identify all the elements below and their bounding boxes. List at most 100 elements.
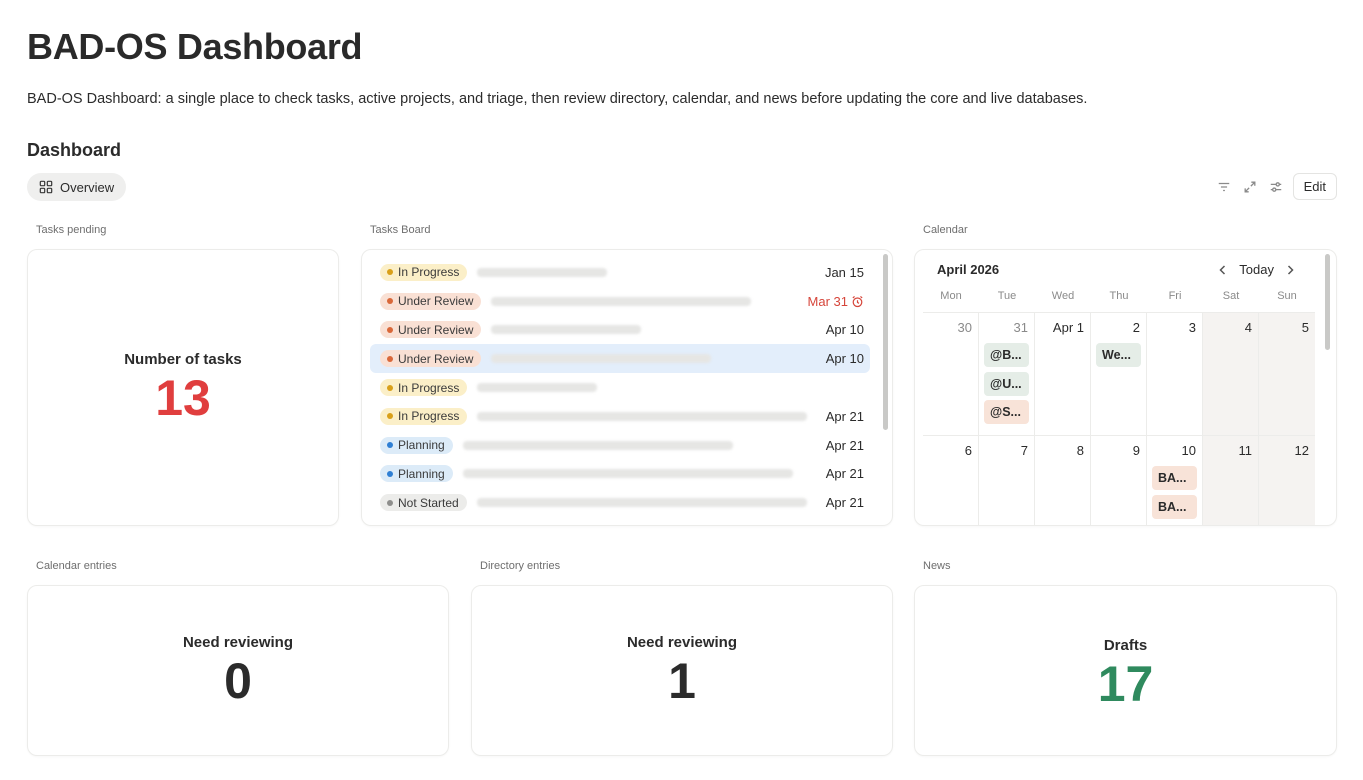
filter-icon[interactable] [1215, 178, 1233, 196]
calendar-day[interactable]: 31 @B... @U... @S... [979, 313, 1035, 435]
chevron-left-icon[interactable] [1217, 264, 1229, 276]
calendar-day[interactable]: 30 [923, 313, 979, 435]
tasks-pending-card[interactable]: Number of tasks 13 [27, 249, 339, 526]
calendar-day[interactable]: 4 [1203, 313, 1259, 435]
settings-sliders-icon[interactable] [1267, 178, 1285, 196]
tasks-pending-value: 13 [155, 369, 211, 426]
task-row[interactable]: Under Review Apr 10 [370, 316, 870, 345]
weekday-label: Mon [940, 290, 962, 302]
status-badge: Under Review [380, 321, 482, 339]
status-label: Under Review [398, 322, 474, 337]
task-date: Apr 10 [800, 322, 864, 337]
task-row[interactable]: Planning Apr 21 [370, 431, 870, 460]
calendar-day[interactable]: 12 [1259, 436, 1315, 525]
task-row[interactable]: In Progress [370, 373, 870, 402]
calendar-event[interactable]: @U... [984, 371, 1029, 396]
tab-overview[interactable]: Overview [27, 173, 127, 201]
calendar-event[interactable]: BA... [1152, 494, 1197, 519]
day-number: 4 [1244, 320, 1252, 335]
calendar-day[interactable]: Apr 1 [1035, 313, 1091, 435]
calendar-event[interactable]: @S... [984, 400, 1029, 424]
task-row[interactable]: In Progress Apr 21 [370, 402, 870, 431]
today-button[interactable]: Today [1239, 262, 1274, 277]
calendar-event[interactable]: BA... [1152, 466, 1197, 490]
page-title: BAD-OS Dashboard [27, 26, 363, 67]
directory-entries-card[interactable]: Need reviewing 1 [471, 585, 893, 756]
calendar-event[interactable]: @B... [984, 343, 1029, 367]
task-name-redacted [462, 440, 733, 450]
task-date-text: Apr 21 [825, 408, 864, 424]
toolbar: Edit [1215, 173, 1337, 200]
tasks-board-card: In Progress Jan 15 Under Review Mar 31 Under… [361, 249, 893, 526]
calendar-day[interactable]: 8 [1035, 436, 1091, 525]
task-row[interactable]: Under Review Apr 10 [370, 344, 870, 374]
tasks-pending-label: Tasks pending [36, 224, 107, 236]
task-name-redacted [477, 267, 608, 277]
calendar-label: Calendar [923, 224, 968, 236]
calendar-day[interactable]: 9 [1091, 436, 1147, 525]
status-dot [387, 499, 393, 506]
status-label: In Progress [398, 409, 460, 424]
calendar-day[interactable]: 2 We... [1091, 313, 1147, 435]
page-description: BAD-OS Dashboard: a single place to chec… [27, 91, 1088, 107]
task-name-redacted [491, 296, 752, 306]
alarm-clock-icon [852, 295, 863, 307]
task-date-text: Apr 10 [825, 322, 864, 338]
day-number: Apr 1 [1052, 320, 1084, 335]
task-name-redacted [491, 354, 712, 364]
task-date: Apr 21 [800, 438, 864, 453]
weekday-label: Wed [1051, 290, 1075, 302]
task-name-redacted [477, 383, 598, 393]
calendar-day[interactable]: 5 [1259, 313, 1315, 435]
calendar-day[interactable]: 3 [1147, 313, 1203, 435]
status-label: Under Review [398, 351, 474, 366]
status-label: In Progress [398, 265, 460, 280]
task-row[interactable]: Not Started Apr 21 [370, 488, 870, 517]
status-label: Planning [398, 466, 445, 481]
status-dot [387, 326, 393, 333]
calendar-week: 30 31 @B... @U... @S... Apr 1 2 We... 3 4 5 [923, 313, 1315, 436]
edit-button[interactable]: Edit [1292, 173, 1337, 200]
task-date: Jan 15 [800, 265, 864, 280]
calendar-day[interactable]: 11 [1203, 436, 1259, 525]
task-name-redacted [477, 411, 808, 421]
layout-grid-icon [39, 180, 53, 194]
status-badge: In Progress [380, 263, 468, 281]
task-row[interactable]: Planning Apr 21 [370, 460, 870, 489]
day-number: 11 [1238, 443, 1253, 458]
calendar-day[interactable]: 10 BA... BA... [1147, 436, 1203, 525]
calendar-scrollbar[interactable] [1325, 254, 1330, 350]
weekday-label: Fri [1168, 290, 1182, 302]
tasks-pending-title: Number of tasks [124, 350, 242, 368]
directory-entries-title: Need reviewing [626, 633, 738, 651]
task-row[interactable]: Under Review Mar 31 [370, 287, 870, 316]
task-date-text: Apr 21 [825, 495, 864, 511]
calendar-entries-label: Calendar entries [36, 560, 117, 572]
calendar-day[interactable]: 7 [979, 436, 1035, 525]
tab-overview-label: Overview [60, 179, 115, 195]
tasks-board-scrollbar[interactable] [883, 254, 888, 430]
day-number: 10 [1181, 443, 1196, 458]
day-number: 9 [1132, 443, 1140, 458]
news-label: News [923, 560, 951, 572]
task-row[interactable]: In Progress Jan 15 [370, 258, 870, 287]
calendar-entries-card[interactable]: Need reviewing 0 [27, 585, 449, 756]
calendar-card: April 2026 Today Mon Tue Wed Thu Fri Sat Sun 3… [914, 249, 1337, 526]
tasks-board-label: Tasks Board [370, 224, 431, 236]
task-list: In Progress Jan 15 Under Review Mar 31 Under… [370, 258, 870, 517]
status-dot [387, 470, 393, 477]
status-badge: Under Review [380, 292, 482, 310]
status-badge: In Progress [380, 379, 468, 397]
chevron-right-icon[interactable] [1284, 264, 1296, 276]
task-date-text: Apr 21 [825, 466, 864, 482]
day-number: 5 [1301, 320, 1309, 335]
day-number: 7 [1020, 443, 1028, 458]
calendar-event[interactable]: We... [1096, 343, 1141, 367]
status-dot [387, 442, 393, 449]
news-card[interactable]: Drafts 17 [914, 585, 1337, 756]
status-dot [387, 384, 393, 391]
expand-icon[interactable] [1241, 178, 1259, 196]
calendar-day[interactable]: 6 [923, 436, 979, 525]
day-number: 8 [1076, 443, 1084, 458]
weekday-header: Mon Tue Wed Thu Fri Sat Sun [923, 290, 1315, 302]
